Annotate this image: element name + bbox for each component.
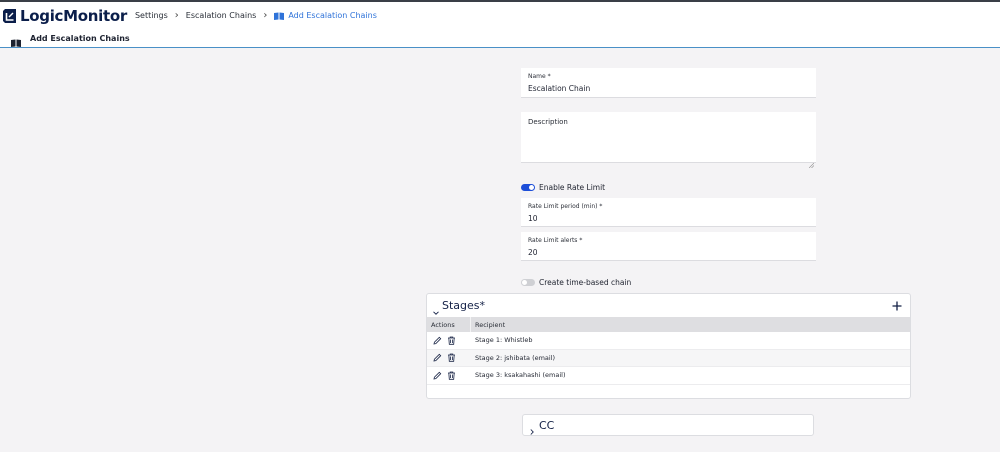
row-recipient: Stage 1: Whistleb [475,336,533,345]
rate-limit-period-field[interactable]: Rate Limit period (min) * 10 [521,198,816,227]
book-icon [11,34,21,47]
breadcrumb: Settings › Escalation Chains › Add Escal… [135,10,377,21]
toggle-knob [529,185,534,190]
trash-icon[interactable] [447,353,456,362]
enable-rate-limit-row: Enable Rate Limit [521,183,605,192]
chevron-right-icon[interactable] [529,422,535,435]
cc-title: CC [539,418,555,432]
description-textarea[interactable]: Description [521,112,816,169]
name-value: Escalation Chain [528,84,591,93]
stages-header[interactable]: Stages* [427,294,910,317]
name-label: Name * [528,73,551,80]
row-actions [427,336,471,345]
stages-table-header: Actions Recipient [427,317,910,332]
table-row: Stage 3: ksakahashi (email) [427,367,910,385]
pencil-icon[interactable] [433,371,442,380]
pencil-icon[interactable] [433,353,442,362]
book-icon [274,12,285,20]
time-based-chain-row: Create time-based chain [521,278,631,287]
trash-icon[interactable] [447,371,456,380]
stages-title: Stages* [442,299,486,312]
stages-table: Actions Recipient Stage 1: Whistleb Stag… [427,317,910,385]
cc-panel-header[interactable]: CC [522,414,814,436]
row-recipient: Stage 3: ksakahashi (email) [475,371,566,380]
toggle-knob [522,280,527,285]
breadcrumb-add-escalation-chains[interactable]: Add Escalation Chains [274,11,377,20]
stages-panel: Stages* Actions Recipient Stage 1: Whist… [426,293,911,399]
time-based-chain-toggle[interactable] [521,279,535,286]
resize-grip-icon[interactable] [808,155,815,169]
rate-limit-alerts-label: Rate Limit alerts * [528,237,583,244]
column-header-recipient: Recipient [475,320,506,329]
description-label: Description [528,118,568,126]
name-field[interactable]: Name * Escalation Chain [521,68,816,98]
logicmonitor-logo[interactable]: LogicMonitor [2,7,127,25]
enable-rate-limit-label: Enable Rate Limit [539,183,606,192]
rate-limit-alerts-field[interactable]: Rate Limit alerts * 20 [521,232,816,261]
breadcrumb-escalation-chains[interactable]: Escalation Chains [186,11,257,20]
table-row: Stage 2: jshibata (email) [427,349,910,367]
trash-icon[interactable] [447,336,456,345]
top-navigation-bar: LogicMonitor Settings › Escalation Chain… [0,0,1000,29]
logo-icon [2,8,18,24]
row-actions [427,353,471,362]
breadcrumb-settings[interactable]: Settings [135,11,168,20]
column-header-actions: Actions [427,317,471,332]
row-recipient: Stage 2: jshibata (email) [475,353,556,362]
row-actions [427,371,471,380]
enable-rate-limit-toggle[interactable] [521,184,535,191]
chevron-right-icon: › [263,10,268,21]
table-row: Stage 1: Whistleb [427,332,910,350]
chevron-down-icon[interactable] [433,303,439,315]
chevron-right-icon: › [174,10,179,21]
page-title-bar: Add Escalation Chains [0,29,1000,48]
rate-limit-period-label: Rate Limit period (min) * [528,203,603,210]
logo-text: LogicMonitor [20,6,127,25]
rate-limit-alerts-value: 20 [528,248,538,257]
breadcrumb-current-label: Add Escalation Chains [288,11,377,20]
plus-icon[interactable] [892,298,902,311]
rate-limit-period-value: 10 [528,214,538,223]
pencil-icon[interactable] [433,336,442,345]
time-based-chain-label: Create time-based chain [539,278,632,287]
page-title: Add Escalation Chains [30,33,130,43]
